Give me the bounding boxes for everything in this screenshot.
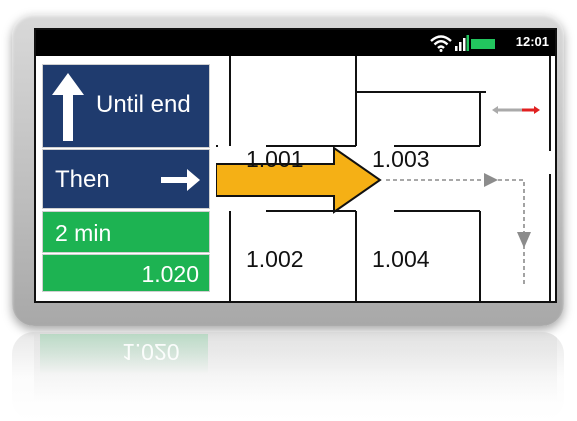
clock: 12:01 — [515, 34, 549, 49]
destination-panel: 1.020 — [42, 254, 210, 292]
route-direction-arrow-right — [484, 173, 498, 187]
battery-icon — [471, 39, 495, 49]
then-panel: Then — [42, 149, 210, 209]
phone-screen: 12:01 Until end Then 2 min 1.020 1.001 1… — [34, 28, 557, 303]
up-arrow-icon — [52, 73, 84, 141]
route-direction-arrow-down — [517, 232, 531, 248]
room-label: 1.004 — [372, 246, 430, 272]
room-label: 1.001 — [246, 146, 304, 172]
duration-label: 2 min — [55, 220, 112, 246]
right-arrow-icon — [161, 169, 200, 191]
status-bar: 12:01 — [36, 30, 555, 56]
wifi-icon — [430, 35, 452, 52]
then-label: Then — [55, 166, 110, 193]
signal-icon — [455, 35, 469, 51]
device-reflection: 1.020 — [12, 332, 564, 421]
floor-map: 1.001 1.003 1.002 1.004 — [216, 56, 555, 301]
duration-panel: 2 min — [42, 211, 210, 253]
room-label: 1.003 — [372, 146, 430, 172]
instruction-label: Until end — [96, 91, 191, 118]
room-label: 1.002 — [246, 246, 304, 272]
reflection-destination-label: 1.020 — [122, 339, 180, 365]
destination-label: 1.020 — [141, 261, 199, 287]
instruction-panel: Until end — [42, 64, 210, 148]
